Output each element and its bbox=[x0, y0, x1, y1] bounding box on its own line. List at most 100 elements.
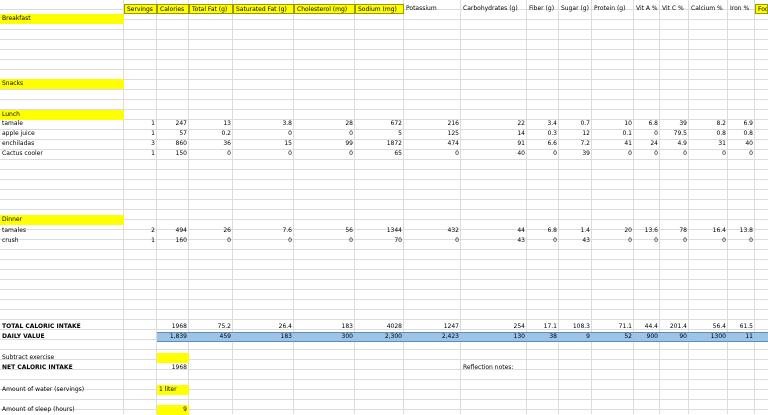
value-cell[interactable]: 39 bbox=[559, 149, 592, 159]
header-saturated-fat[interactable]: Saturated Fat (g) bbox=[233, 4, 294, 14]
value-cell[interactable]: 108.3 bbox=[559, 322, 592, 332]
value-cell[interactable]: 672 bbox=[355, 119, 404, 129]
value-cell[interactable]: 40 bbox=[728, 139, 755, 149]
value-cell[interactable]: 79.5 bbox=[660, 129, 689, 139]
value-cell[interactable]: 160 bbox=[157, 236, 189, 246]
value-cell[interactable]: 13 bbox=[189, 119, 233, 129]
value-cell[interactable]: 75.2 bbox=[189, 322, 233, 332]
header-total-fat[interactable]: Total Fat (g) bbox=[189, 4, 233, 14]
value-cell[interactable]: 0 bbox=[233, 129, 294, 139]
net-caloric-intake-label[interactable]: NET CALORIC INTAKE bbox=[0, 363, 157, 373]
value-cell[interactable]: 6.8 bbox=[527, 226, 559, 236]
value-cell[interactable]: 0 bbox=[294, 129, 355, 139]
value-cell[interactable]: 61.5 bbox=[728, 322, 755, 332]
header-carbohydrates[interactable]: Carbohydrates (g) bbox=[461, 4, 527, 14]
value-cell[interactable]: 0 bbox=[728, 236, 755, 246]
value-cell[interactable]: 2,423 bbox=[404, 332, 461, 342]
value-cell[interactable]: 0 bbox=[728, 149, 755, 159]
value-cell[interactable]: 20 bbox=[592, 226, 634, 236]
spreadsheet-grid[interactable]: Servings Calories Total Fat (g) Saturate… bbox=[0, 0, 768, 415]
value-cell[interactable]: 0 bbox=[689, 236, 728, 246]
value-cell[interactable]: 26.4 bbox=[233, 322, 294, 332]
header-vit-a[interactable]: Vit A % bbox=[634, 4, 660, 14]
value-cell[interactable]: 150 bbox=[157, 149, 189, 159]
reflection-notes-label[interactable]: Reflection notes: bbox=[461, 363, 561, 373]
value-cell[interactable]: 11 bbox=[728, 332, 755, 342]
value-cell[interactable]: 254 bbox=[461, 322, 527, 332]
value-cell[interactable]: 90 bbox=[660, 332, 689, 342]
value-cell[interactable]: 8.2 bbox=[689, 119, 728, 129]
value-cell[interactable]: 0 bbox=[592, 236, 634, 246]
value-cell[interactable]: 125 bbox=[404, 129, 461, 139]
value-cell[interactable]: 0.8 bbox=[689, 129, 728, 139]
value-cell[interactable]: 1300 bbox=[689, 332, 728, 342]
header-vit-c[interactable]: Vit C % bbox=[660, 4, 689, 14]
food-name-cell[interactable]: tamales bbox=[0, 226, 124, 236]
value-cell[interactable]: 1.4 bbox=[559, 226, 592, 236]
value-cell[interactable]: 39 bbox=[660, 119, 689, 129]
value-cell[interactable]: 300 bbox=[294, 332, 355, 342]
value-cell[interactable]: 14 bbox=[461, 129, 527, 139]
food-name-cell[interactable]: apple juice bbox=[0, 129, 124, 139]
value-cell[interactable]: 860 bbox=[157, 139, 189, 149]
value-cell[interactable]: 0.3 bbox=[527, 129, 559, 139]
value-cell[interactable]: 0.2 bbox=[189, 129, 233, 139]
food-name-cell[interactable]: crush bbox=[0, 236, 124, 246]
water-amount-value[interactable]: 1 liter bbox=[157, 385, 189, 395]
value-cell[interactable]: 0 bbox=[189, 236, 233, 246]
value-cell[interactable]: 6.9 bbox=[728, 119, 755, 129]
section-dinner[interactable]: Dinner bbox=[0, 215, 124, 225]
value-cell[interactable]: 17.1 bbox=[527, 322, 559, 332]
water-amount-label[interactable]: Amount of water (servings) bbox=[0, 385, 157, 395]
value-cell[interactable]: 0 bbox=[634, 129, 660, 139]
value-cell[interactable]: 36 bbox=[189, 139, 233, 149]
value-cell[interactable]: 40 bbox=[461, 149, 527, 159]
header-potassium[interactable]: Potassium bbox=[404, 4, 461, 14]
value-cell[interactable]: 0 bbox=[634, 236, 660, 246]
value-cell[interactable]: 0.7 bbox=[559, 119, 592, 129]
value-cell[interactable]: 0 bbox=[294, 236, 355, 246]
value-cell[interactable]: 70 bbox=[355, 236, 404, 246]
value-cell[interactable]: 130 bbox=[461, 332, 527, 342]
value-cell[interactable]: 24 bbox=[634, 139, 660, 149]
value-cell[interactable]: 2 bbox=[124, 226, 157, 236]
header-servings[interactable]: Servings bbox=[124, 4, 157, 14]
value-cell[interactable]: 0 bbox=[294, 149, 355, 159]
value-cell[interactable]: 494 bbox=[157, 226, 189, 236]
header-food[interactable]: Foo bbox=[755, 4, 768, 14]
value-cell[interactable]: 0 bbox=[404, 149, 461, 159]
value-cell[interactable]: 7.6 bbox=[233, 226, 294, 236]
value-cell[interactable]: 43 bbox=[559, 236, 592, 246]
value-cell[interactable]: 12 bbox=[559, 129, 592, 139]
value-cell[interactable]: 3 bbox=[124, 139, 157, 149]
value-cell[interactable]: 44.4 bbox=[634, 322, 660, 332]
value-cell[interactable]: 0 bbox=[233, 149, 294, 159]
value-cell[interactable]: 0.8 bbox=[728, 129, 755, 139]
header-sodium[interactable]: Sodium (mg) bbox=[355, 4, 404, 14]
value-cell[interactable]: 43 bbox=[461, 236, 527, 246]
value-cell[interactable]: 247 bbox=[157, 119, 189, 129]
value-cell[interactable]: 1,839 bbox=[157, 332, 189, 342]
value-cell[interactable]: 6.8 bbox=[634, 119, 660, 129]
value-cell[interactable]: 26 bbox=[189, 226, 233, 236]
value-cell[interactable]: 1247 bbox=[404, 322, 461, 332]
value-cell[interactable]: 0 bbox=[634, 149, 660, 159]
subtract-exercise-input[interactable] bbox=[157, 353, 189, 363]
value-cell[interactable]: 0 bbox=[404, 236, 461, 246]
food-name-cell[interactable]: tamale bbox=[0, 119, 124, 129]
header-fiber[interactable]: Fiber (g) bbox=[527, 4, 559, 14]
header-cholesterol[interactable]: Cholesterol (mg) bbox=[294, 4, 355, 14]
value-cell[interactable]: 13.8 bbox=[728, 226, 755, 236]
value-cell[interactable]: 0 bbox=[592, 149, 634, 159]
value-cell[interactable]: 183 bbox=[294, 322, 355, 332]
value-cell[interactable]: 38 bbox=[527, 332, 559, 342]
header-calories[interactable]: Calories bbox=[157, 4, 189, 14]
value-cell[interactable]: 4.9 bbox=[660, 139, 689, 149]
value-cell[interactable]: 28 bbox=[294, 119, 355, 129]
value-cell[interactable]: 1 bbox=[124, 236, 157, 246]
value-cell[interactable]: 1 bbox=[124, 119, 157, 129]
value-cell[interactable]: 16.4 bbox=[689, 226, 728, 236]
value-cell[interactable]: 459 bbox=[189, 332, 233, 342]
value-cell[interactable]: 4028 bbox=[355, 322, 404, 332]
value-cell[interactable]: 56 bbox=[294, 226, 355, 236]
